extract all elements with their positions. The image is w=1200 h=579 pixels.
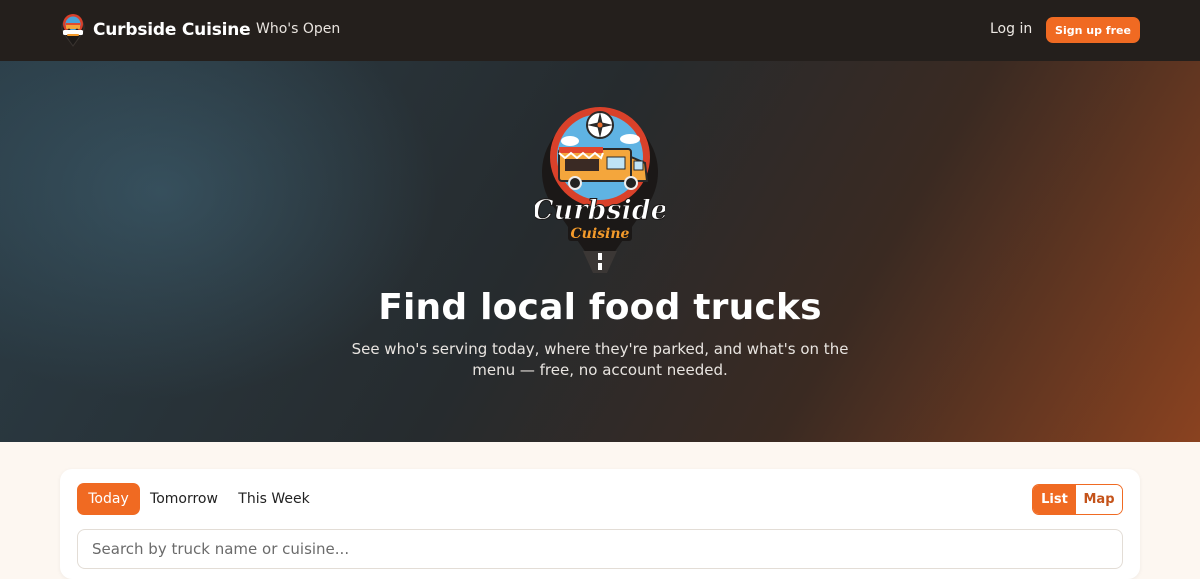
view-toggle: List Map: [1032, 484, 1123, 515]
hero-logo-word-cuisine: Cuisine: [571, 226, 630, 242]
view-map-button[interactable]: Map: [1076, 485, 1122, 514]
hero-subtitle: See who's serving today, where they're p…: [351, 340, 849, 379]
search-input[interactable]: [77, 529, 1123, 569]
nav-link-whos-open[interactable]: Who's Open: [256, 21, 340, 37]
signup-button[interactable]: Sign up free: [1046, 17, 1140, 43]
tab-today[interactable]: Today: [77, 483, 140, 515]
top-nav: Curbside Cuisine Who's Open Log in Sign …: [0, 0, 1200, 61]
login-link[interactable]: Log in: [990, 21, 1032, 37]
brand-name: Curbside Cuisine: [93, 20, 251, 40]
brand-link[interactable]: Curbside Cuisine: [60, 12, 251, 48]
view-list-button[interactable]: List: [1033, 485, 1076, 514]
hero-logo-word-curbside: Curbside: [535, 195, 665, 226]
filter-card: Today Tomorrow This Week List Map: [60, 469, 1140, 579]
hero-logo-icon: Curbside Cuisine: [535, 107, 665, 274]
tab-tomorrow[interactable]: Tomorrow: [148, 483, 220, 515]
hero-section: Curbside Cuisine Find local food trucks …: [0, 61, 1200, 442]
tab-this-week[interactable]: This Week: [236, 483, 312, 515]
hero-title: Find local food trucks: [378, 287, 822, 328]
brand-logo-icon: [61, 14, 85, 47]
